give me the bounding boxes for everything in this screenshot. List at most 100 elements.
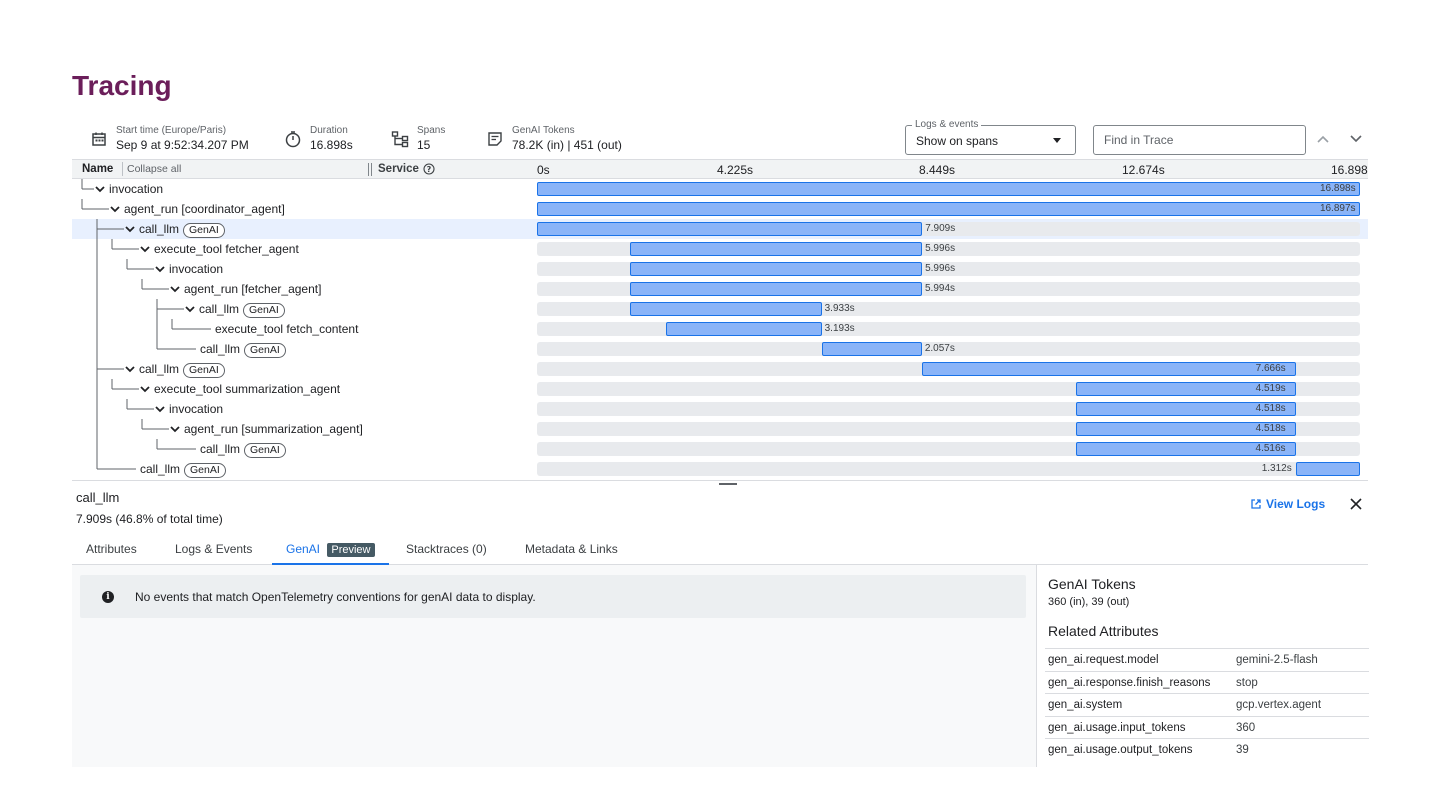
span-duration-bar[interactable]	[630, 302, 822, 316]
span-timeline-track[interactable]: 4.518s	[537, 402, 1360, 416]
span-duration-bar[interactable]	[666, 322, 822, 336]
expand-chevron-icon[interactable]	[154, 403, 166, 415]
expand-chevron-icon[interactable]	[184, 303, 196, 315]
previous-match-button[interactable]	[1315, 131, 1331, 147]
span-name-text: call_llm	[140, 462, 181, 476]
span-timeline-track[interactable]: 7.909s	[537, 222, 1360, 236]
span-duration-bar[interactable]	[922, 362, 1296, 376]
span-timeline-track[interactable]: 4.518s	[537, 422, 1360, 436]
attribute-key: gen_ai.system	[1048, 699, 1123, 711]
span-duration-bar[interactable]	[630, 242, 923, 256]
span-name: call_llm GenAI	[200, 342, 286, 358]
span-name-text: invocation	[169, 262, 224, 276]
name-column-header[interactable]: Name	[82, 163, 113, 175]
span-timeline-track[interactable]: 7.666s	[537, 362, 1360, 376]
span-row[interactable]: call_llm GenAI 2.057s	[72, 339, 1368, 359]
expand-chevron-icon[interactable]	[109, 203, 121, 215]
span-name: call_llm GenAI	[140, 462, 226, 478]
span-row[interactable]: call_llm GenAI 7.909s	[72, 219, 1368, 239]
span-row[interactable]: agent_run [summarization_agent] 4.518s	[72, 419, 1368, 439]
column-resize-handle[interactable]	[368, 163, 369, 176]
span-duration-bar[interactable]	[1295, 462, 1360, 476]
span-timeline-track[interactable]: 3.193s	[537, 322, 1360, 336]
span-row[interactable]: call_llm GenAI 4.516s	[72, 439, 1368, 459]
attribute-row: gen_ai.request.model gemini-2.5-flash	[1045, 648, 1369, 670]
span-duration-bar[interactable]	[537, 222, 923, 236]
attribute-row: gen_ai.usage.input_tokens 360	[1045, 715, 1369, 738]
span-duration-bar[interactable]	[821, 342, 922, 356]
collapse-all-button[interactable]: Collapse all	[122, 162, 181, 176]
service-column-header[interactable]: Service ?	[378, 163, 435, 175]
logs-events-select[interactable]: Logs & events Show on spans	[905, 119, 1076, 155]
genai-events-pane: i No events that match OpenTelemetry con…	[72, 565, 1036, 767]
genai-chip: GenAI	[184, 463, 226, 478]
span-row[interactable]: invocation 16.898s	[72, 179, 1368, 199]
tab-stacktraces[interactable]: Stacktraces (0)	[392, 536, 501, 565]
trace-grid-header: Name Collapse all Service ? 0s 4.225s 8.…	[72, 159, 1368, 179]
span-timeline-track[interactable]: 5.996s	[537, 262, 1360, 276]
expand-chevron-icon[interactable]	[124, 223, 136, 235]
svg-text:?: ?	[427, 165, 432, 174]
expand-chevron-icon[interactable]	[124, 363, 136, 375]
span-row[interactable]: execute_tool summarization_agent 4.519s	[72, 379, 1368, 399]
span-row[interactable]: call_llm GenAI 3.933s	[72, 299, 1368, 319]
genai-chip: GenAI	[244, 443, 286, 458]
span-timeline-track[interactable]: 4.516s	[537, 442, 1360, 456]
span-timeline-track[interactable]: 16.898s	[537, 182, 1360, 196]
spans-value: 15	[417, 138, 431, 152]
span-name: agent_run [summarization_agent]	[184, 422, 363, 436]
genai-tokens-stat: GenAI Tokens 78.2K (in) | 451 (out)	[486, 125, 622, 153]
span-name-text: execute_tool fetch_content	[215, 322, 359, 336]
find-in-trace-field[interactable]	[1093, 125, 1306, 155]
tab-logs-events[interactable]: Logs & Events	[161, 536, 266, 565]
tab-attributes[interactable]: Attributes	[72, 536, 151, 565]
expand-chevron-icon[interactable]	[154, 263, 166, 275]
genai-chip: GenAI	[243, 303, 285, 318]
span-name-text: call_llm	[200, 442, 241, 456]
expand-chevron-icon[interactable]	[94, 183, 106, 195]
span-duration-bar[interactable]	[537, 202, 1360, 216]
expand-chevron-icon[interactable]	[169, 283, 181, 295]
view-logs-link[interactable]: View Logs	[1251, 497, 1325, 511]
span-row[interactable]: agent_run [coordinator_agent] 16.897s	[72, 199, 1368, 219]
find-in-trace-input[interactable]	[1094, 126, 1305, 154]
span-timeline-track[interactable]: 16.897s	[537, 202, 1360, 216]
span-timeline-track[interactable]: 4.519s	[537, 382, 1360, 396]
span-name: execute_tool fetcher_agent	[154, 242, 299, 256]
span-timeline-track[interactable]: 3.933s	[537, 302, 1360, 316]
genai-side-pane: GenAI Tokens 360 (in), 39 (out) Related …	[1036, 565, 1369, 767]
span-row[interactable]: call_llm GenAI 1.312s	[72, 459, 1368, 479]
tab-genai[interactable]: GenAI Preview	[272, 536, 389, 565]
close-details-button[interactable]	[1348, 496, 1364, 512]
tab-metadata-links[interactable]: Metadata & Links	[511, 536, 632, 565]
resize-drag-handle[interactable]	[719, 483, 737, 485]
span-duration-label: 4.518s	[1255, 423, 1286, 434]
span-timeline-track[interactable]: 2.057s	[537, 342, 1360, 356]
span-duration-bar[interactable]	[630, 282, 922, 296]
span-duration-label: 1.312s	[1261, 463, 1292, 474]
next-match-button[interactable]	[1348, 131, 1364, 147]
time-tick: 8.449s	[919, 163, 956, 177]
span-duration-bar[interactable]	[537, 182, 1360, 196]
column-resize-handle[interactable]	[371, 163, 372, 176]
tree-connector	[96, 399, 154, 419]
span-name-text: call_llm	[200, 342, 241, 356]
expand-chevron-icon[interactable]	[139, 243, 151, 255]
span-timeline-track[interactable]: 5.996s	[537, 242, 1360, 256]
span-row[interactable]: execute_tool fetch_content 3.193s	[72, 319, 1368, 339]
span-row[interactable]: execute_tool fetcher_agent 5.996s	[72, 239, 1368, 259]
span-name-text: call_llm	[139, 222, 180, 236]
genai-chip: GenAI	[244, 343, 286, 358]
span-row[interactable]: invocation 4.518s	[72, 399, 1368, 419]
span-row[interactable]: invocation 5.996s	[72, 259, 1368, 279]
expand-chevron-icon[interactable]	[139, 383, 151, 395]
span-row[interactable]: call_llm GenAI 7.666s	[72, 359, 1368, 379]
calendar-icon	[90, 130, 108, 148]
span-row[interactable]: agent_run [fetcher_agent] 5.994s	[72, 279, 1368, 299]
expand-chevron-icon[interactable]	[169, 423, 181, 435]
info-icon: i	[102, 591, 114, 603]
span-timeline-track[interactable]: 1.312s	[537, 462, 1360, 476]
span-timeline-track[interactable]: 5.994s	[537, 282, 1360, 296]
logs-events-legend: Logs & events	[912, 119, 982, 130]
span-duration-bar[interactable]	[630, 262, 923, 276]
